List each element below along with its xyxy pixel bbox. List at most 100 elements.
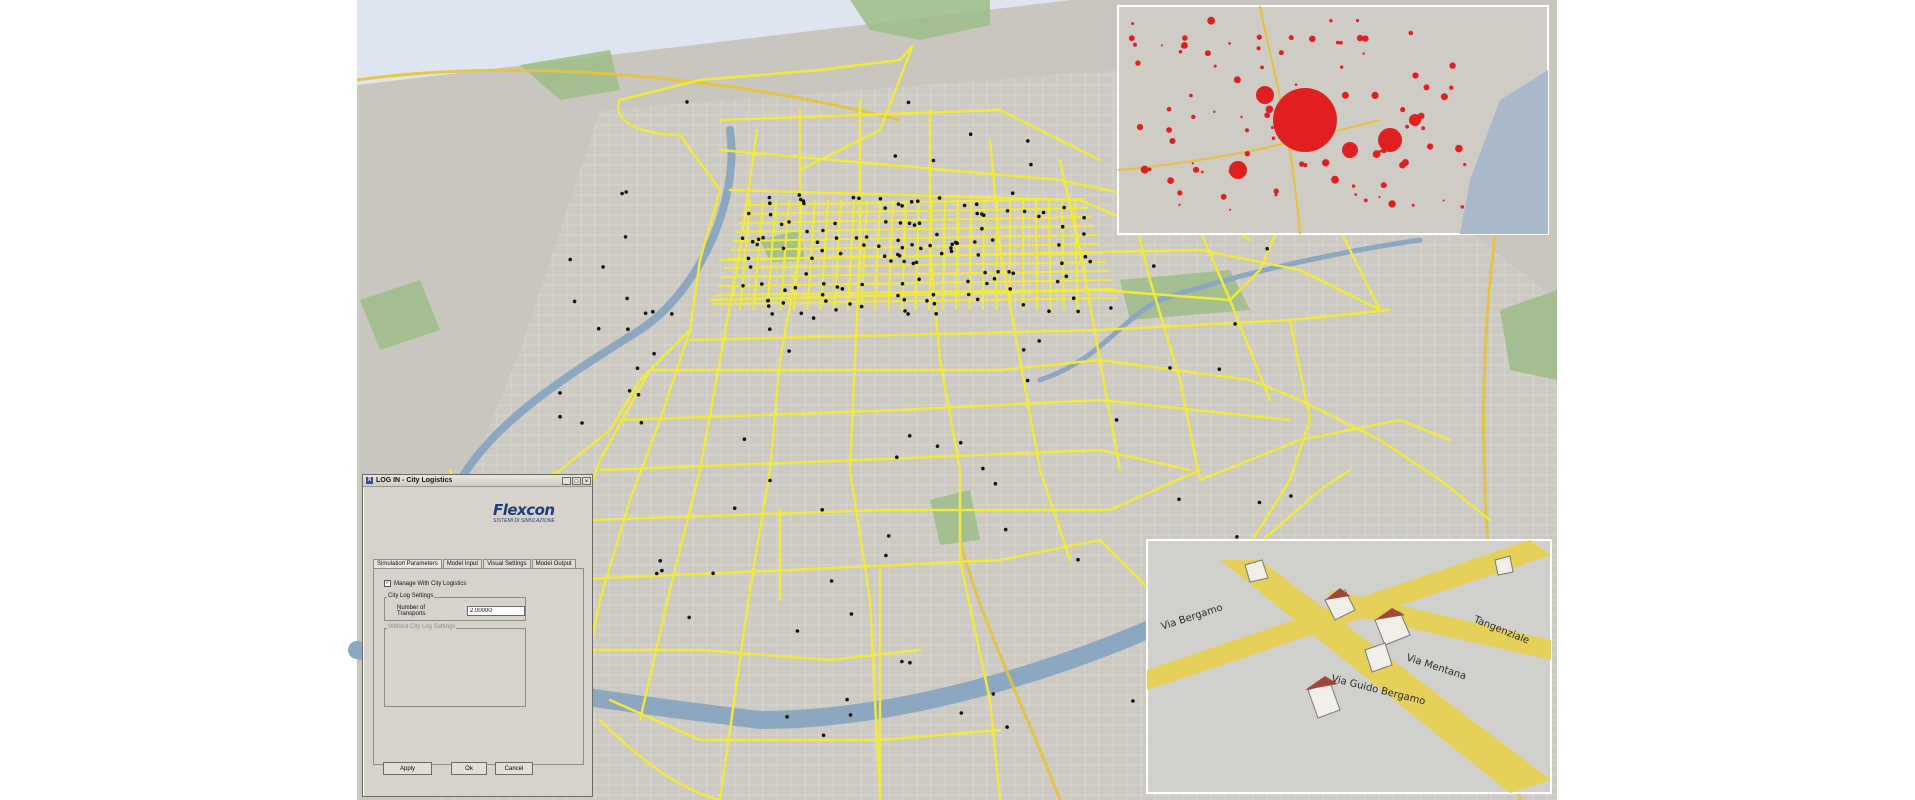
network-node	[685, 100, 689, 104]
network-node	[815, 240, 820, 244]
bubble	[1355, 19, 1360, 23]
network-node	[900, 659, 904, 664]
network-node	[991, 692, 996, 696]
network-node	[1071, 296, 1076, 301]
dialog-titlebar[interactable]: X LOG IN - City Logistics _ □ ×	[363, 475, 592, 487]
network-node	[797, 193, 802, 197]
network-node	[932, 301, 937, 306]
network-node	[639, 420, 644, 425]
inset-3d-view[interactable]	[1146, 539, 1552, 794]
network-node	[781, 246, 786, 251]
network-node	[902, 259, 906, 264]
manage-with-city-logistics[interactable]: ✓ Manage With City Logistics	[384, 580, 466, 587]
network-node	[1082, 232, 1086, 236]
app-icon: X	[366, 477, 373, 484]
tab-bar: Simulation Parameters Model Input Visual…	[373, 559, 577, 568]
network-node	[568, 257, 572, 262]
network-node	[862, 243, 866, 247]
network-node	[996, 269, 1000, 274]
bubble	[1362, 35, 1369, 42]
bubble	[1388, 200, 1396, 208]
network-node	[983, 270, 987, 275]
cancel-button[interactable]: Cancel	[495, 762, 533, 775]
network-node	[953, 240, 958, 245]
map-scene[interactable]	[0, 0, 1915, 800]
network-node	[878, 197, 883, 201]
network-node	[822, 282, 826, 286]
network-node	[654, 571, 659, 576]
network-node	[928, 243, 932, 248]
bubble	[1399, 161, 1406, 169]
network-node	[834, 236, 839, 240]
tab-model-output[interactable]: Model Output	[531, 559, 576, 568]
network-node	[799, 311, 804, 316]
network-node	[882, 254, 887, 258]
network-node	[636, 392, 641, 397]
close-button[interactable]: ×	[582, 476, 591, 485]
tab-visual-settings[interactable]: Visual Settings	[483, 559, 531, 568]
checkbox[interactable]: ✓	[384, 580, 391, 587]
network-node	[981, 213, 986, 217]
network-node	[580, 421, 584, 425]
network-node	[1177, 497, 1181, 502]
ok-button[interactable]: Ok	[451, 762, 487, 775]
network-node	[821, 228, 825, 233]
network-node	[917, 221, 922, 225]
network-node	[635, 366, 640, 371]
network-node	[845, 697, 849, 702]
network-node	[937, 196, 942, 200]
network-node	[1109, 306, 1113, 310]
network-node	[883, 206, 887, 210]
network-node	[687, 615, 691, 620]
network-node	[1265, 246, 1269, 251]
network-node	[1060, 224, 1065, 229]
network-node	[990, 238, 995, 242]
network-node	[804, 272, 808, 276]
bubble	[1136, 124, 1144, 131]
bubble	[1135, 60, 1141, 66]
bubble	[1191, 114, 1196, 120]
apply-button[interactable]: Apply	[383, 762, 432, 775]
group-label: City Log Settings	[387, 593, 435, 599]
network-node	[935, 444, 940, 449]
bubble	[1400, 107, 1406, 113]
logo-tagline: SISTEMI DI SIMULAZIONE	[493, 518, 555, 524]
tab-simulation-parameters[interactable]: Simulation Parameters	[373, 559, 442, 568]
network-node	[854, 236, 859, 240]
bubble-large	[1273, 88, 1337, 152]
minimize-button[interactable]: _	[562, 476, 571, 485]
network-node	[1235, 535, 1239, 539]
tab-model-input[interactable]: Model Input	[442, 559, 483, 568]
network-node	[766, 304, 771, 308]
bubble	[1378, 195, 1381, 199]
network-node	[907, 221, 912, 226]
city-logistics-dialog[interactable]: X LOG IN - City Logistics _ □ × Flexcon …	[362, 474, 593, 797]
bubble	[1379, 149, 1382, 153]
bubble	[1371, 91, 1379, 99]
bubble	[1189, 93, 1193, 98]
bubble	[1354, 193, 1358, 196]
network-node	[896, 252, 900, 257]
bubble	[1411, 203, 1415, 207]
network-node	[992, 276, 997, 281]
bubble	[1160, 44, 1163, 47]
network-node	[916, 199, 920, 203]
number-of-transports-input[interactable]	[467, 606, 525, 616]
network-node	[795, 629, 800, 633]
bubble	[1229, 161, 1247, 179]
bubble	[1220, 193, 1227, 200]
bubble	[1270, 126, 1274, 130]
bubble	[1408, 30, 1414, 36]
maximize-button[interactable]: □	[572, 476, 581, 485]
inset-bubble-map[interactable]	[1117, 5, 1549, 235]
bubble	[1331, 175, 1339, 184]
network-node	[756, 237, 761, 242]
bubble	[1169, 138, 1176, 144]
network-node	[1076, 309, 1080, 314]
bubble	[1140, 165, 1149, 174]
dialog-title: LOG IN - City Logistics	[376, 477, 453, 484]
network-node	[985, 281, 989, 286]
network-node	[840, 287, 845, 291]
network-node	[626, 327, 630, 332]
bubble	[1274, 193, 1278, 197]
